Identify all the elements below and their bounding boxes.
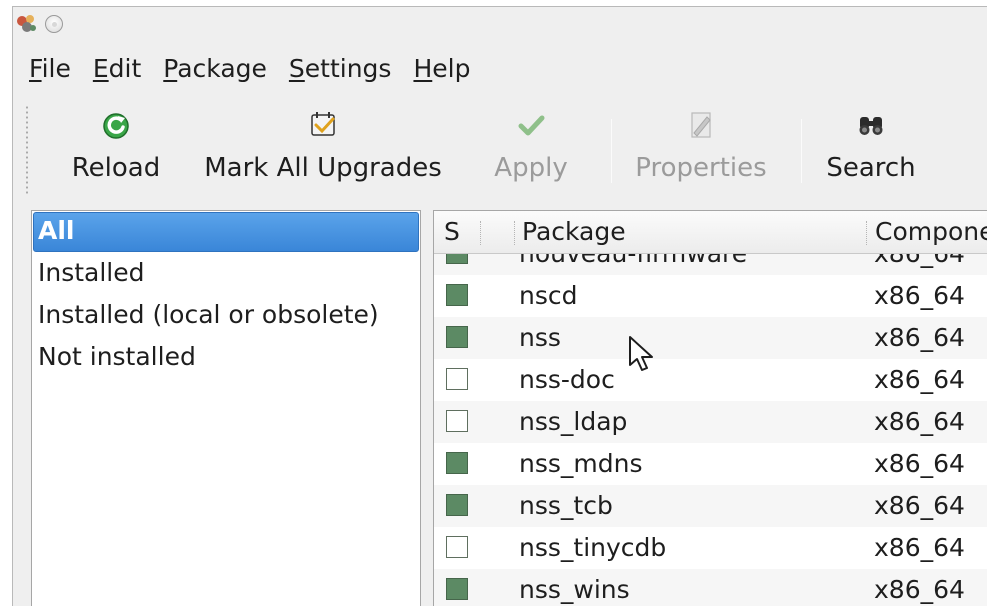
table-row[interactable]: nss_wins x86_64 xyxy=(434,569,987,606)
package-name-cell: nss xyxy=(519,323,561,352)
title-bar xyxy=(13,7,987,41)
component-cell: x86_64 xyxy=(874,323,965,352)
column-header-status[interactable]: S xyxy=(444,211,460,254)
mark-all-upgrades-label: Mark All Upgrades xyxy=(204,153,442,183)
reload-label: Reload xyxy=(71,153,161,183)
toolbar-grip-handle[interactable] xyxy=(25,105,29,195)
menu-settings-label: ettings xyxy=(304,54,392,83)
menu-file-mnemonic: F xyxy=(29,54,42,83)
menu-help[interactable]: Help xyxy=(399,52,478,86)
mouse-pointer-icon xyxy=(629,336,653,371)
package-name-cell: nss_mdns xyxy=(519,449,643,478)
toolbar: Reload Mark All Upgrades Apply Propertie… xyxy=(13,99,987,203)
reload-button[interactable]: Reload xyxy=(53,99,179,203)
menu-package-mnemonic: P xyxy=(163,54,178,83)
package-table-header: S Package Compone xyxy=(434,211,987,254)
package-name-cell: nss_ldap xyxy=(519,407,628,436)
search-label: Search xyxy=(826,153,916,183)
component-cell: x86_64 xyxy=(874,407,965,436)
menu-help-mnemonic: H xyxy=(413,54,433,83)
mark-all-upgrades-button[interactable]: Mark All Upgrades xyxy=(199,99,447,203)
package-name-cell: nscd xyxy=(519,281,578,310)
search-button[interactable]: Search xyxy=(819,99,923,203)
menu-file-label: ile xyxy=(41,54,71,83)
properties-label: Properties xyxy=(635,153,767,183)
binoculars-icon xyxy=(859,117,883,135)
menu-edit-mnemonic: E xyxy=(92,54,109,83)
not-installed-status-checkbox[interactable] xyxy=(446,368,468,390)
package-manager-app-icon[interactable] xyxy=(15,13,39,35)
not-installed-status-checkbox[interactable] xyxy=(446,410,468,432)
filter-item-all[interactable]: All xyxy=(33,212,419,252)
filter-item-installed[interactable]: Installed xyxy=(32,253,420,295)
installed-status-checkbox[interactable] xyxy=(446,494,468,516)
column-resize-handle[interactable] xyxy=(480,221,481,245)
filter-item-not-installed[interactable]: Not installed xyxy=(32,337,420,379)
table-row[interactable]: nss_mdns x86_64 xyxy=(434,443,987,485)
table-row[interactable]: nss-doc x86_64 xyxy=(434,359,987,401)
installed-status-checkbox[interactable] xyxy=(446,452,468,474)
menu-file[interactable]: File xyxy=(13,52,79,86)
not-installed-status-checkbox[interactable] xyxy=(446,536,468,558)
table-row[interactable]: nss_tcb x86_64 xyxy=(434,485,987,527)
menu-edit[interactable]: Edit xyxy=(79,52,149,86)
toolbar-separator xyxy=(801,119,802,183)
package-name-cell: nss-doc xyxy=(519,365,615,394)
installed-status-checkbox[interactable] xyxy=(446,284,468,306)
toolbar-separator xyxy=(611,119,612,183)
properties-button[interactable]: Properties xyxy=(627,99,775,203)
package-table: nouveau-firmwarex86_64nscdx86_64nssx86_6… xyxy=(433,210,987,606)
filter-item-installed-local-or-obsolete[interactable]: Installed (local or obsolete) xyxy=(32,295,420,337)
column-header-component[interactable]: Compone xyxy=(875,211,987,254)
menu-package-label: ackage xyxy=(177,54,267,83)
column-resize-handle[interactable] xyxy=(514,221,515,245)
mark-upgrades-icon xyxy=(311,112,335,136)
column-resize-handle[interactable] xyxy=(866,221,867,245)
component-cell: x86_64 xyxy=(874,281,965,310)
package-name-cell: nss_tinycdb xyxy=(519,533,667,562)
package-name-cell: nss_wins xyxy=(519,575,630,604)
apply-label: Apply xyxy=(494,153,568,183)
menu-package[interactable]: Package xyxy=(149,52,275,86)
component-cell: x86_64 xyxy=(874,533,965,562)
window-menu-button[interactable] xyxy=(45,15,63,33)
properties-icon xyxy=(691,112,711,138)
component-cell: x86_64 xyxy=(874,575,965,604)
checkmark-icon xyxy=(518,115,545,136)
menu-bar: File Edit Package Settings Help xyxy=(13,52,478,86)
package-table-body: nouveau-firmwarex86_64nscdx86_64nssx86_6… xyxy=(434,233,987,606)
menu-settings-mnemonic: S xyxy=(288,54,305,83)
apply-button[interactable]: Apply xyxy=(481,99,581,203)
installed-status-checkbox[interactable] xyxy=(446,578,468,600)
menu-edit-label: dit xyxy=(108,54,142,83)
package-manager-window: File Edit Package Settings Help Reload M… xyxy=(12,6,987,606)
menu-settings[interactable]: Settings xyxy=(275,52,400,86)
component-cell: x86_64 xyxy=(874,365,965,394)
menu-help-label: elp xyxy=(432,54,471,83)
table-row[interactable]: nss_ldap x86_64 xyxy=(434,401,987,443)
filter-list: All Installed Installed (local or obsole… xyxy=(31,210,421,606)
table-row[interactable]: nss_tinycdb x86_64 xyxy=(434,527,987,569)
component-cell: x86_64 xyxy=(874,449,965,478)
package-name-cell: nss_tcb xyxy=(519,491,613,520)
installed-status-checkbox[interactable] xyxy=(446,326,468,348)
reload-icon xyxy=(103,113,129,139)
column-header-package[interactable]: Package xyxy=(522,211,626,254)
component-cell: x86_64 xyxy=(874,491,965,520)
table-row[interactable]: nss x86_64 xyxy=(434,317,987,359)
table-row[interactable]: nscd x86_64 xyxy=(434,275,987,317)
